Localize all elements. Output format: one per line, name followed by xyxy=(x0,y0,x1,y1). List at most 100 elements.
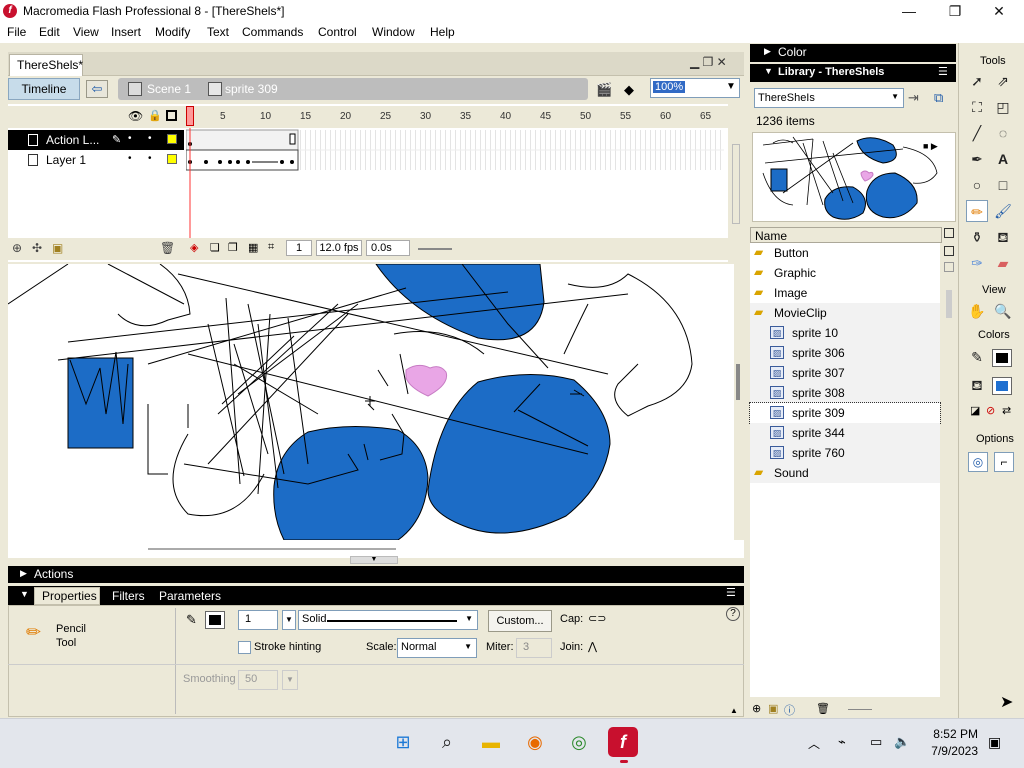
outline-icon[interactable] xyxy=(166,110,177,121)
narrow-view-icon[interactable] xyxy=(944,262,954,272)
chevron-down-icon[interactable]: ▼ xyxy=(726,81,736,92)
menu-commands[interactable]: Commands xyxy=(242,25,303,39)
add-motion-guide-icon[interactable]: ✣ xyxy=(32,241,42,255)
doc-window-controls[interactable]: ▁ ❐ ✕ xyxy=(690,55,727,69)
stage-vscroll-thumb[interactable] xyxy=(736,364,740,400)
sort-toggle-icon[interactable] xyxy=(944,228,954,238)
trash-icon[interactable]: 🗑 xyxy=(816,702,830,715)
default-colors-icon[interactable]: ◪ xyxy=(970,404,980,417)
custom-stroke-button[interactable]: Custom... xyxy=(488,610,552,632)
stage-hscroll-thumb[interactable] xyxy=(148,548,396,550)
windows-start-icon[interactable]: ⊞ xyxy=(388,727,418,757)
text-tool-icon[interactable]: A xyxy=(992,148,1014,170)
preview-play-controls[interactable]: ■ ▶ xyxy=(923,141,951,153)
timeline-hscroll[interactable] xyxy=(418,248,452,250)
layer-name[interactable]: Layer 1 xyxy=(46,153,86,167)
menu-file[interactable]: File xyxy=(7,25,26,39)
layer-color-swatch[interactable] xyxy=(167,154,177,164)
stroke-width-input[interactable]: 1 xyxy=(238,610,278,630)
symbol-breadcrumb[interactable]: sprite 309 xyxy=(225,82,278,96)
chrome-icon[interactable]: ◎ xyxy=(564,727,594,757)
library-title[interactable]: Library - ThereShels xyxy=(778,66,884,78)
library-item[interactable]: ▨ sprite 10 xyxy=(750,323,940,343)
panel-menu-icon[interactable]: ☰ xyxy=(726,586,736,599)
firefox-icon[interactable]: ◉ xyxy=(520,727,550,757)
add-layer-icon[interactable]: ⊕ xyxy=(12,241,22,255)
menu-modify[interactable]: Modify xyxy=(155,25,190,39)
search-icon[interactable]: ⌕ xyxy=(432,727,462,757)
minimize-button[interactable]: — xyxy=(886,0,932,23)
edit-symbols-icon[interactable]: ◆ xyxy=(624,82,634,98)
chevron-down-icon[interactable]: ▼ xyxy=(282,670,298,690)
tab-parameters[interactable]: Parameters xyxy=(159,589,221,603)
library-item[interactable]: ▰ Sound xyxy=(750,463,940,483)
close-button[interactable]: ✕ xyxy=(976,0,1022,23)
expand-arrow-icon[interactable]: ▶ xyxy=(20,568,27,579)
modify-markers-icon[interactable]: ⌗ xyxy=(268,241,274,254)
free-transform-icon[interactable]: ⛶ xyxy=(966,96,988,118)
frames-grid[interactable] xyxy=(186,128,724,248)
volume-icon[interactable]: 🔈 xyxy=(894,734,910,750)
object-drawing-icon[interactable]: ◎ xyxy=(968,452,988,472)
subselection-icon[interactable]: ⇗ xyxy=(992,70,1014,92)
scale-select[interactable]: Normal ▼ xyxy=(397,638,477,658)
menu-window[interactable]: Window xyxy=(372,25,415,39)
layer-color-swatch[interactable] xyxy=(167,134,177,144)
brush-tool-icon[interactable]: 🖌 xyxy=(992,200,1014,222)
selection-arrow-icon[interactable]: ➚ xyxy=(966,70,988,92)
tab-properties[interactable]: Properties xyxy=(42,589,97,603)
network-icon[interactable]: ⌁ xyxy=(838,734,846,750)
swap-colors-icon[interactable]: ⇄ xyxy=(1002,404,1011,417)
playhead[interactable] xyxy=(186,106,194,126)
flash-taskbar-icon[interactable]: f xyxy=(608,727,638,757)
center-frame-icon[interactable]: ◈ xyxy=(190,241,198,254)
edit-multiple-frames-icon[interactable]: ▦ xyxy=(248,241,258,254)
stroke-color-well[interactable] xyxy=(992,349,1012,367)
frame-ruler[interactable]: 15101520253035404550556065 xyxy=(186,106,724,128)
hand-tool-icon[interactable]: ✋ xyxy=(966,300,988,322)
notification-icon[interactable]: ▣ xyxy=(988,734,1001,751)
onion-outlines-icon[interactable]: ❐ xyxy=(228,241,238,254)
menu-help[interactable]: Help xyxy=(430,25,455,39)
library-item[interactable]: ▨ sprite 760 xyxy=(750,443,940,463)
clock-time[interactable]: 8:52 PM xyxy=(932,727,978,741)
document-tab[interactable]: ThereShels* xyxy=(9,54,83,76)
lock-dot[interactable]: • xyxy=(148,133,152,144)
lock-icon[interactable]: 🔒 xyxy=(148,109,162,122)
color-panel-title[interactable]: Color xyxy=(778,45,807,59)
layer-name[interactable]: Action L... xyxy=(46,133,99,147)
help-icon[interactable]: ? xyxy=(726,607,740,621)
lasso-tool-icon[interactable]: ◌ xyxy=(992,122,1014,144)
pin-library-icon[interactable]: ⇥ xyxy=(908,90,919,106)
menu-text[interactable]: Text xyxy=(207,25,229,39)
stroke-color-swatch[interactable] xyxy=(205,611,225,629)
add-folder-icon[interactable]: ▣ xyxy=(52,241,63,255)
stage-vscroll[interactable] xyxy=(734,264,744,540)
zoom-tool-icon[interactable]: 🔍 xyxy=(992,300,1014,322)
rectangle-tool-icon[interactable]: □ xyxy=(992,174,1014,196)
library-item[interactable]: ▨ sprite 307 xyxy=(750,363,940,383)
library-vscroll[interactable] xyxy=(946,290,952,318)
tab-filters[interactable]: Filters xyxy=(112,589,145,603)
stage[interactable] xyxy=(8,264,744,558)
eye-icon[interactable]: 👁 xyxy=(128,109,143,123)
library-item[interactable]: ▰ MovieClip xyxy=(750,303,940,323)
eraser-icon[interactable]: ▰ xyxy=(992,252,1014,274)
expand-arrow-icon[interactable]: ▶ xyxy=(764,46,771,57)
lock-dot[interactable]: • xyxy=(148,153,152,164)
library-item[interactable]: ▨ sprite 309 xyxy=(749,402,941,424)
collapse-arrow-icon[interactable]: ▼ xyxy=(764,66,773,76)
stroke-style-select[interactable]: Solid ▼ xyxy=(298,610,478,630)
onion-skin-icon[interactable]: ❏ xyxy=(210,241,220,254)
library-item[interactable]: ▨ sprite 306 xyxy=(750,343,940,363)
library-item[interactable]: ▰ Image xyxy=(750,283,940,303)
collapse-arrow-icon[interactable]: ▼ xyxy=(350,556,398,564)
line-tool-icon[interactable]: ╱ xyxy=(966,122,988,144)
frame-rate[interactable]: 12.0 fps xyxy=(316,240,362,256)
pencil-tool-icon[interactable]: ✏ xyxy=(966,200,988,222)
paint-bucket-icon[interactable]: ⛾ xyxy=(992,226,1014,248)
wide-view-icon[interactable] xyxy=(944,246,954,256)
library-item[interactable]: ▰ Button xyxy=(750,243,940,263)
library-hscroll[interactable] xyxy=(848,709,872,710)
chevron-down-icon[interactable]: ▼ xyxy=(282,610,296,630)
